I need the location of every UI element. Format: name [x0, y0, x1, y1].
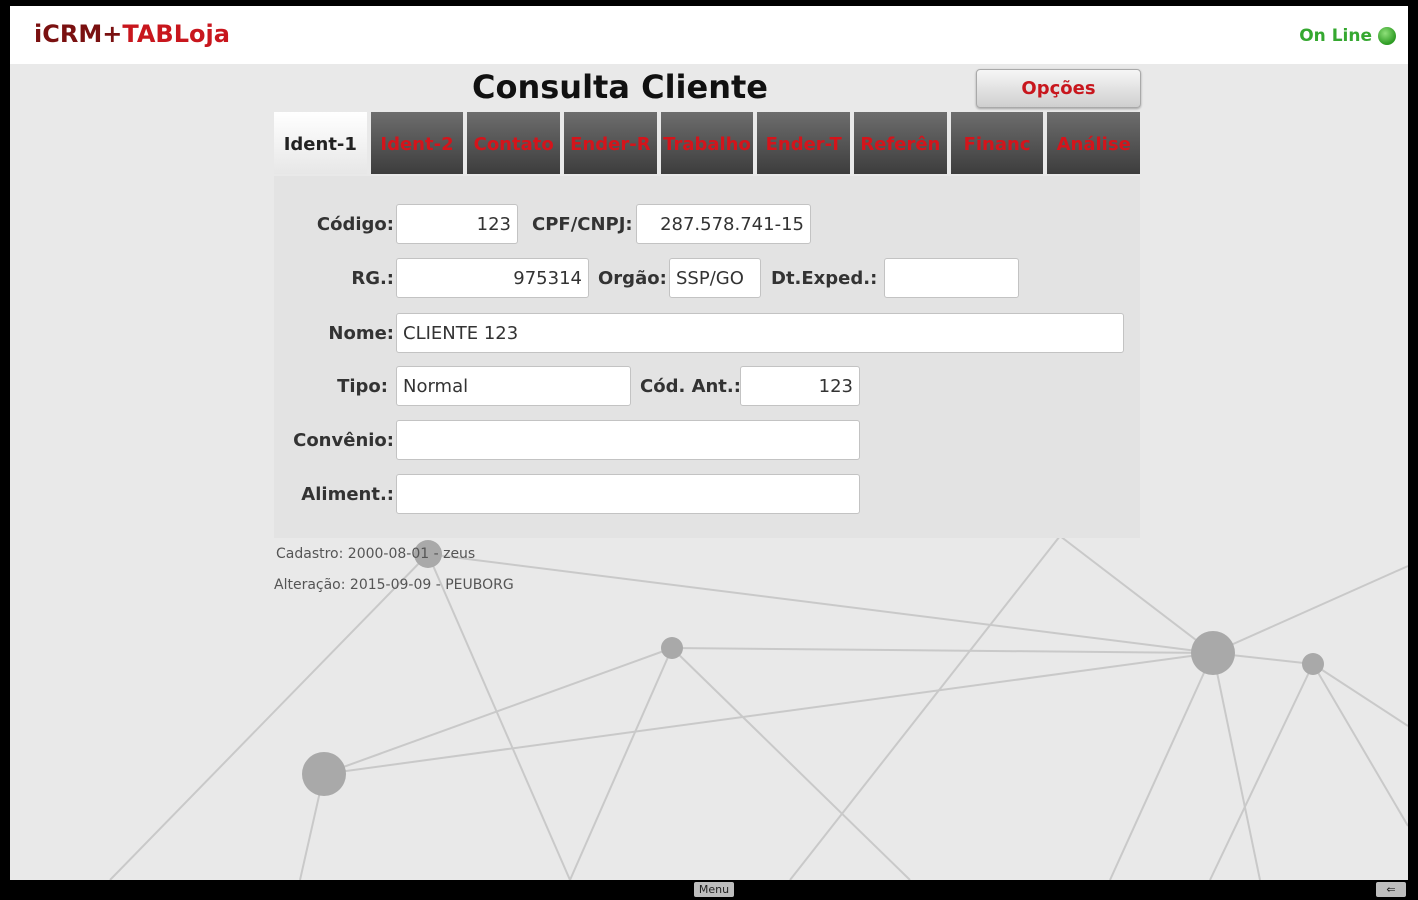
nome-label: Nome: — [328, 323, 394, 344]
online-indicator-icon — [1378, 27, 1396, 45]
orgao-label: Orgão: — [598, 268, 667, 289]
aliment-label: Aliment.: — [301, 484, 394, 505]
status-label: On Line — [1299, 26, 1372, 46]
tab-analise[interactable]: Análise — [1047, 112, 1141, 174]
top-bar: iCRM+TABLoja On Line — [10, 6, 1408, 64]
tab-contato[interactable]: Contato — [467, 112, 561, 174]
convenio-field[interactable] — [396, 420, 860, 460]
connection-status: On Line — [1299, 26, 1396, 46]
app-title-part2: TABLoja — [122, 20, 230, 48]
client-form: Código: 123 CPF/CNPJ: 287.578.741-15 RG.… — [274, 176, 1140, 538]
tab-ender-r[interactable]: Ender-R — [564, 112, 657, 174]
orgao-field[interactable]: SSP/GO — [669, 258, 761, 298]
dt-exped-label: Dt.Exped.: — [771, 268, 878, 289]
app-window: iCRM+TABLoja On Line Consulta Cliente Op… — [10, 6, 1408, 880]
options-button[interactable]: Opções — [976, 69, 1141, 108]
dt-exped-field[interactable] — [884, 258, 1019, 298]
tab-referencias[interactable]: Referên — [854, 112, 947, 174]
tab-financ[interactable]: Financ — [950, 112, 1044, 174]
nome-field[interactable]: CLIENTE 123 — [396, 313, 1124, 353]
menu-button[interactable]: Menu — [694, 882, 734, 897]
rg-label: RG.: — [351, 268, 394, 289]
cod-ant-label: Cód. Ant.: — [640, 376, 741, 397]
tab-ident-1[interactable]: Ident-1 — [274, 112, 367, 174]
convenio-label: Convênio: — [293, 430, 394, 451]
cod-ant-field[interactable]: 123 — [740, 366, 860, 406]
page-title: Consulta Cliente — [472, 68, 768, 106]
tipo-label: Tipo: — [337, 376, 388, 397]
cpf-cnpj-label: CPF/CNPJ: — [532, 214, 633, 235]
back-icon[interactable]: ⇐ — [1376, 882, 1406, 897]
codigo-label: Código: — [316, 214, 394, 235]
codigo-field[interactable]: 123 — [396, 204, 518, 244]
tab-trabalho[interactable]: Trabalho — [660, 112, 754, 174]
aliment-field[interactable] — [396, 474, 860, 514]
app-title-part1: iCRM+ — [34, 20, 123, 48]
tab-bar: Ident-1 Ident-2 Contato Ender-R Trabalho… — [274, 112, 1141, 176]
cadastro-info: Cadastro: 2000-08-01 - zeus — [276, 546, 476, 562]
tab-ender-t[interactable]: Ender-T — [757, 112, 851, 174]
tab-ident-2[interactable]: Ident-2 — [370, 112, 464, 174]
app-title: iCRM+TABLoja — [34, 20, 230, 48]
tipo-field[interactable]: Normal — [396, 366, 631, 406]
cpf-cnpj-field[interactable]: 287.578.741-15 — [636, 204, 811, 244]
alteracao-info: Alteração: 2015-09-09 - PEUBORG — [274, 577, 514, 593]
system-nav-bar: Menu ⇐ — [0, 880, 1418, 900]
rg-field[interactable]: 975314 — [396, 258, 589, 298]
